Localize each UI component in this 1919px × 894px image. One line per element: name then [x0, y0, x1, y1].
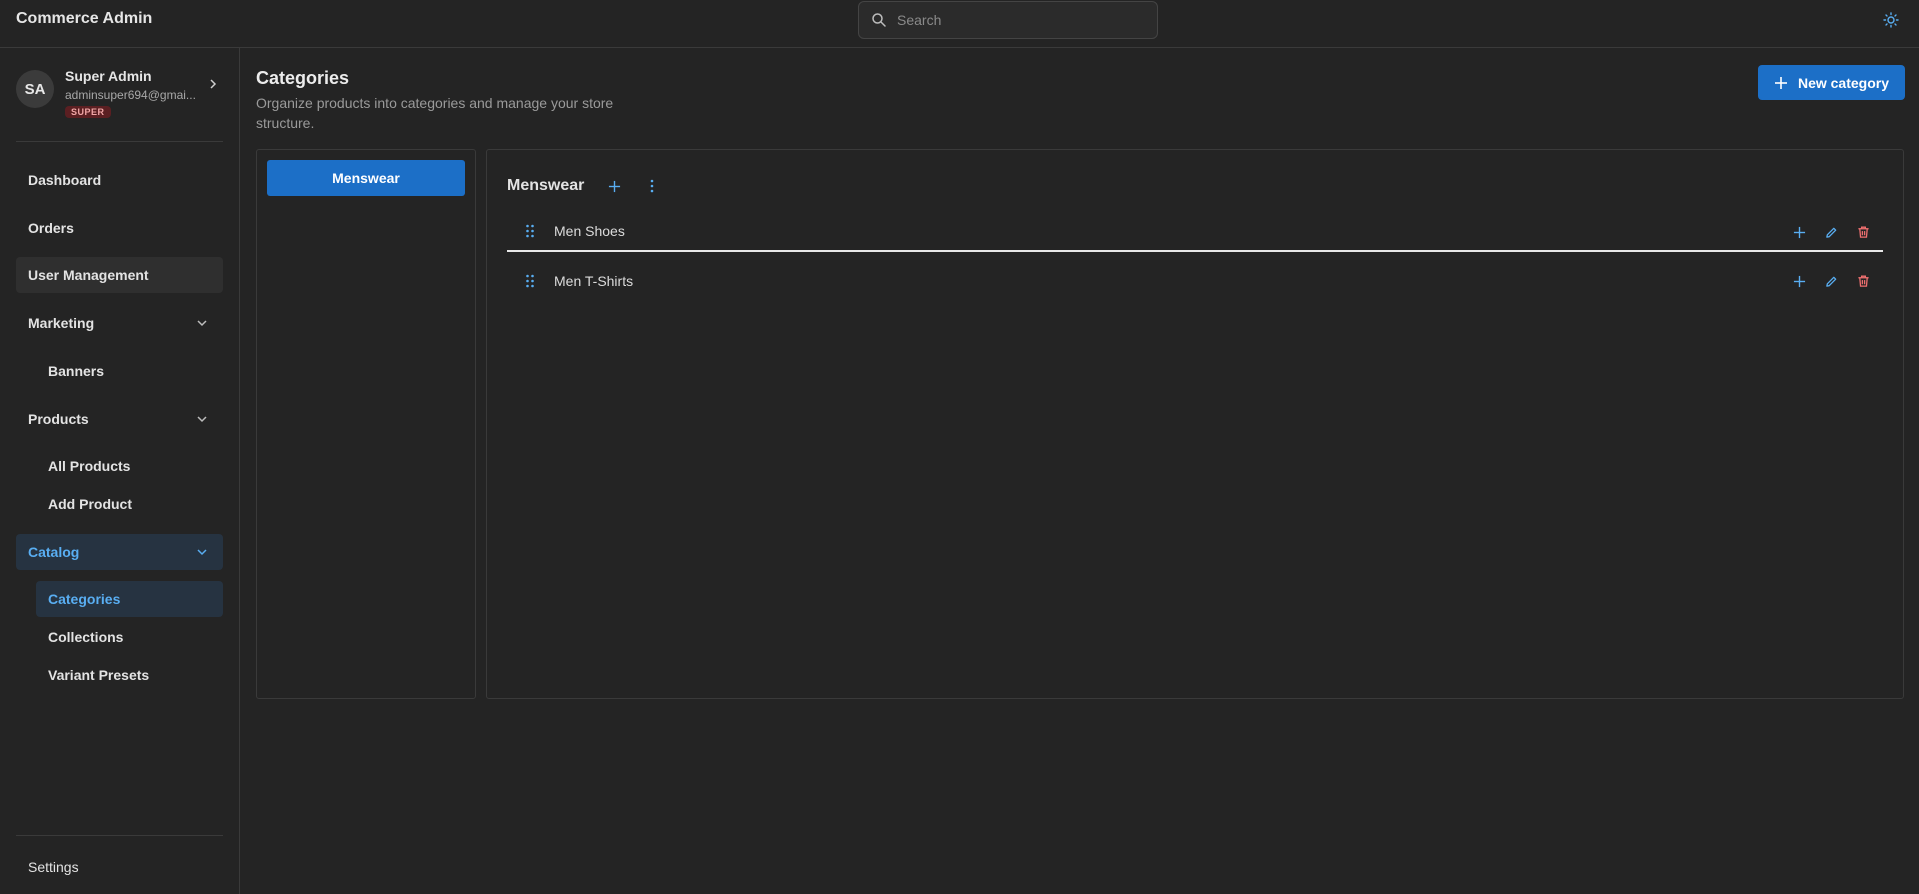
role-badge: SUPER: [65, 106, 111, 118]
sidebar-item-add-product[interactable]: Add Product: [36, 486, 223, 522]
drag-handle-icon[interactable]: [525, 274, 537, 288]
sidebar-item-categories[interactable]: Categories: [36, 581, 223, 617]
plus-icon: [608, 180, 620, 192]
add-child-button[interactable]: [1791, 224, 1807, 240]
sidebar-item-all-products[interactable]: All Products: [36, 448, 223, 484]
sidebar-item-marketing[interactable]: Marketing: [16, 305, 223, 341]
new-category-button[interactable]: New category: [1758, 65, 1905, 100]
sidebar-item-catalog[interactable]: Catalog: [16, 534, 223, 570]
sidebar-item-label: Banners: [48, 363, 105, 379]
root-category-menswear[interactable]: Menswear: [267, 160, 465, 196]
sidebar-item-label: Settings: [28, 859, 79, 875]
trash-icon: [1857, 226, 1869, 238]
sidebar-item-dashboard[interactable]: Dashboard: [16, 162, 223, 198]
avatar: SA: [16, 70, 54, 108]
sidebar-item-products[interactable]: Products: [16, 401, 223, 437]
sidebar-item-label: Marketing: [28, 315, 95, 331]
sidebar-item-banners[interactable]: Banners: [36, 353, 223, 389]
theme-toggle-button[interactable]: [1881, 10, 1901, 30]
profile-info: Super Admin adminsuper694@gmai... SUPER: [65, 66, 205, 120]
sidebar-item-label: Orders: [28, 220, 74, 236]
delete-button[interactable]: [1855, 224, 1871, 240]
more-vertical-icon: [651, 179, 654, 193]
edit-button[interactable]: [1823, 224, 1839, 240]
sun-icon: [1883, 12, 1899, 28]
profile-name: Super Admin: [65, 68, 152, 84]
page-subtitle: Organize products into categories and ma…: [256, 95, 614, 131]
sidebar-item-settings[interactable]: Settings: [16, 850, 223, 884]
sidebar-item-label: All Products: [48, 458, 131, 474]
sidebar-item-label: Variant Presets: [48, 667, 150, 683]
trash-icon: [1857, 275, 1869, 287]
app-title: Commerce Admin: [16, 10, 153, 27]
sidebar-item-variant-presets[interactable]: Variant Presets: [36, 657, 223, 693]
add-subcategory-button[interactable]: [606, 178, 622, 194]
selected-category-title: Menswear: [507, 177, 585, 194]
row-actions: [1775, 273, 1871, 289]
row-actions: [1775, 224, 1871, 240]
sidebar-item-orders[interactable]: Orders: [16, 210, 223, 246]
search-input[interactable]: [897, 12, 1137, 28]
sidebar-item-label: Products: [28, 411, 89, 427]
category-label: Men Shoes: [554, 223, 625, 239]
sidebar-item-label: Add Product: [48, 496, 132, 512]
search-icon: [872, 13, 886, 27]
list-item[interactable]: Men T-Shirts: [507, 261, 1883, 301]
drag-handle-icon[interactable]: [525, 224, 537, 238]
list-item[interactable]: Men Shoes: [507, 212, 1883, 252]
profile-email: adminsuper694@gmai...: [65, 88, 196, 102]
category-menu-button[interactable]: [644, 178, 660, 194]
sidebar: SA Super Admin adminsuper694@gmai... SUP…: [0, 48, 240, 894]
add-child-button[interactable]: [1791, 273, 1807, 289]
subcategories-panel: Menswear Men Shoes Men T-Shirts: [486, 149, 1904, 699]
sidebar-item-user-management[interactable]: User Management: [16, 257, 223, 293]
page-title: Categories: [256, 68, 350, 88]
sidebar-item-label: Categories: [48, 591, 121, 607]
pencil-icon: [1825, 276, 1836, 287]
plus-icon: [1793, 275, 1805, 287]
edit-button[interactable]: [1823, 273, 1839, 289]
chevron-down-icon: [197, 549, 207, 556]
new-category-label: New category: [1797, 74, 1890, 91]
user-profile[interactable]: SA Super Admin adminsuper694@gmai... SUP…: [16, 66, 223, 124]
sidebar-item-label: Catalog: [28, 544, 80, 560]
chevron-down-icon: [197, 416, 207, 423]
chevron-right-icon: [210, 79, 217, 89]
search-box[interactable]: [858, 1, 1158, 39]
sidebar-divider: [16, 835, 223, 836]
plus-icon: [1774, 76, 1787, 89]
sidebar-divider: [16, 141, 223, 142]
sidebar-item-label: Collections: [48, 629, 124, 645]
plus-icon: [1793, 226, 1805, 238]
category-header: Menswear: [507, 174, 660, 198]
category-label: Men T-Shirts: [554, 273, 634, 289]
chevron-down-icon: [197, 320, 207, 327]
delete-button[interactable]: [1855, 273, 1871, 289]
root-categories-panel: Menswear: [256, 149, 476, 699]
sidebar-item-collections[interactable]: Collections: [36, 619, 223, 655]
top-bar: Commerce Admin: [0, 0, 1919, 48]
pencil-icon: [1825, 227, 1836, 238]
sidebar-item-label: Dashboard: [28, 172, 102, 188]
sidebar-item-label: User Management: [28, 267, 149, 283]
